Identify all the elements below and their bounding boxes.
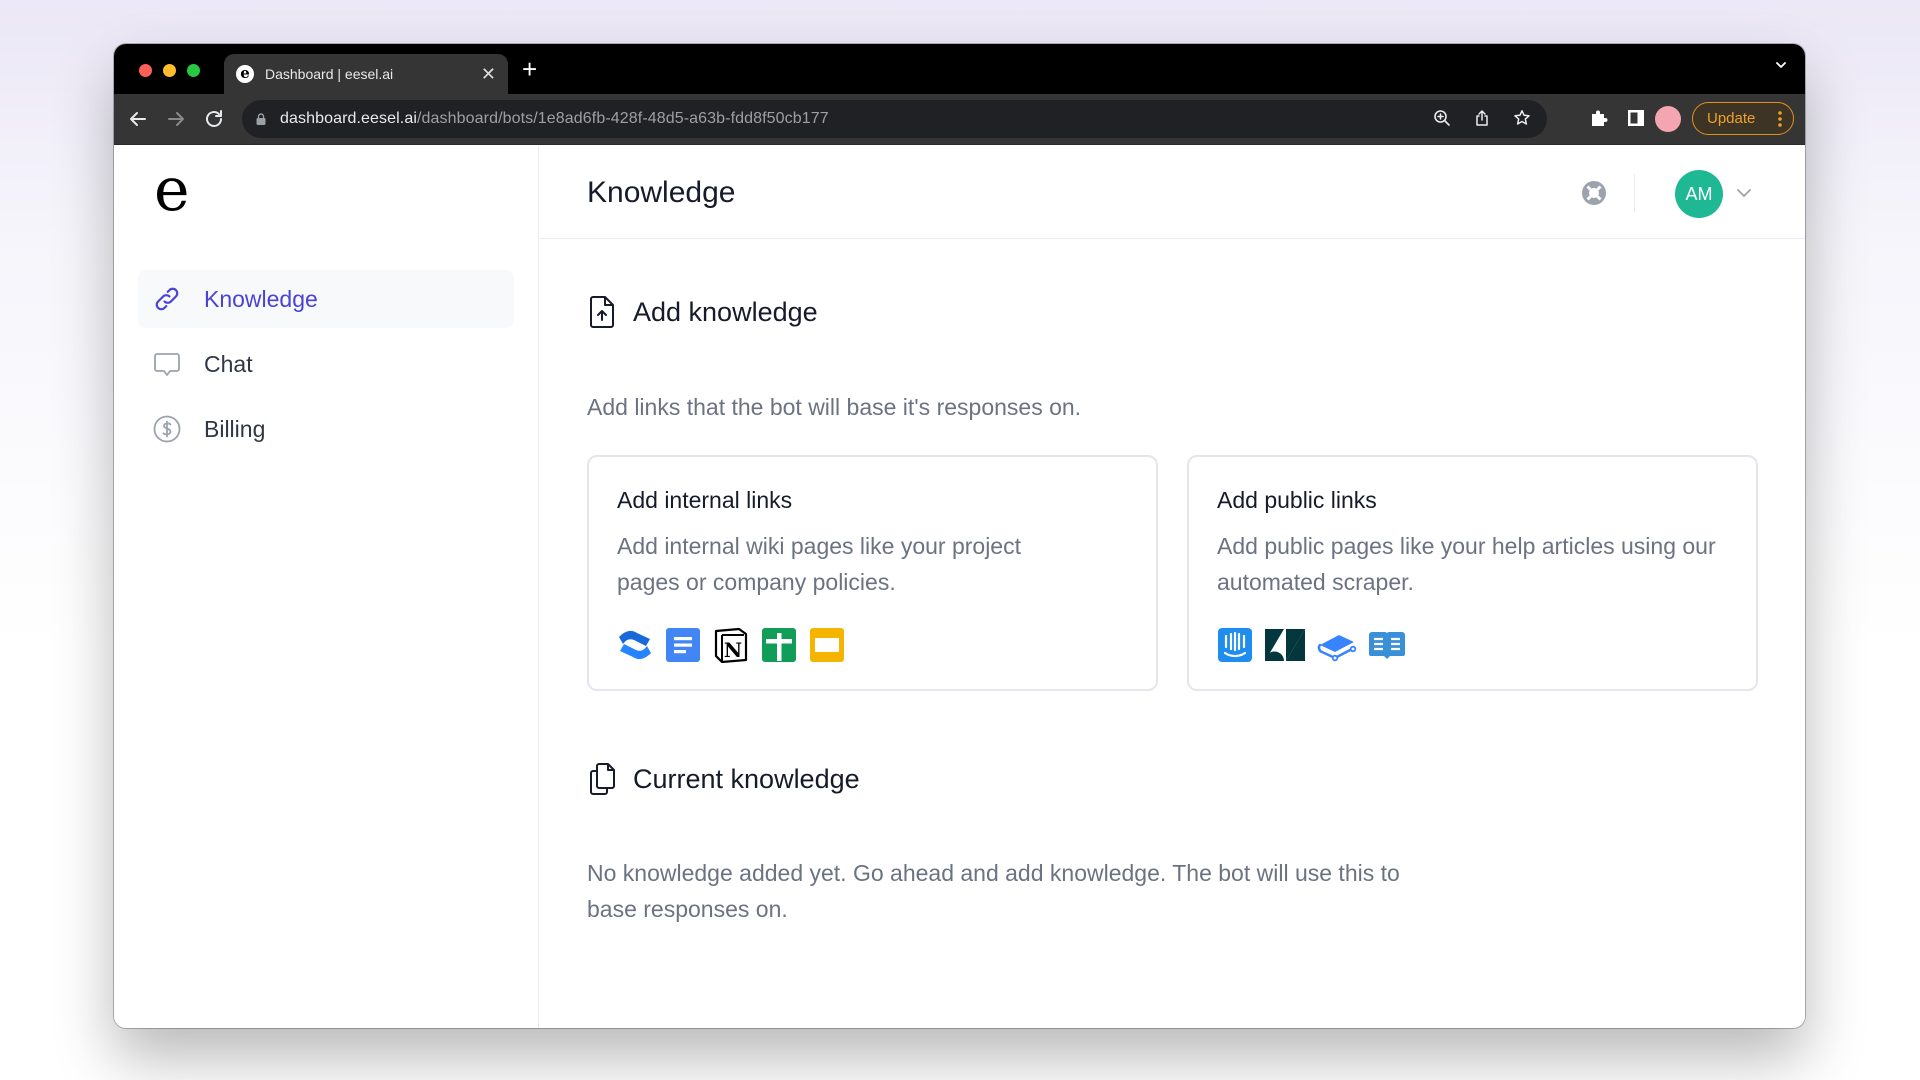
add-knowledge-heading: Add knowledge: [587, 295, 818, 329]
zoom-icon[interactable]: [1433, 109, 1451, 127]
minimize-window-button[interactable]: [163, 64, 176, 77]
chevron-down-icon[interactable]: [1735, 186, 1753, 200]
close-tab-icon[interactable]: ✕: [481, 65, 496, 83]
lifebuoy-icon[interactable]: [1579, 178, 1609, 208]
tab-search-chevron-icon[interactable]: [1775, 59, 1787, 71]
page-header: Knowledge AM: [540, 146, 1805, 239]
add-internal-links-card[interactable]: Add internal links Add internal wiki pag…: [587, 455, 1158, 691]
notion-icon: N: [714, 627, 748, 663]
new-tab-button[interactable]: +: [522, 56, 537, 82]
address-bar[interactable]: dashboard.eesel.ai/dashboard/bots/1e8ad6…: [242, 100, 1547, 138]
close-window-button[interactable]: [139, 64, 152, 77]
tab-title: Dashboard | eesel.ai: [265, 66, 394, 82]
forward-icon[interactable]: [164, 107, 188, 131]
google-slides-icon: [810, 628, 844, 662]
current-knowledge-heading: Current knowledge: [587, 762, 860, 796]
documents-icon: [590, 763, 615, 795]
sidebar-item-knowledge[interactable]: Knowledge: [138, 270, 514, 328]
intercom-icon: [1218, 628, 1252, 662]
browser-window: e Dashboard | eesel.ai ✕ + dashboard.ees…: [114, 44, 1805, 1028]
sidebar-item-billing[interactable]: Billing: [138, 400, 514, 458]
share-icon[interactable]: [1473, 109, 1491, 127]
card-description: Add public pages like your help articles…: [1217, 533, 1716, 595]
eesel-favicon-icon: e: [236, 65, 254, 83]
window-controls: [139, 64, 200, 77]
url-text: dashboard.eesel.ai/dashboard/bots/1e8ad6…: [280, 110, 829, 127]
gitbook-icon: [1317, 635, 1357, 662]
update-button[interactable]: Update: [1692, 102, 1794, 135]
side-panel-icon[interactable]: [1626, 108, 1646, 128]
back-icon[interactable]: [126, 107, 150, 131]
browser-toolbar: dashboard.eesel.ai/dashboard/bots/1e8ad6…: [114, 94, 1805, 145]
confluence-icon: [619, 630, 651, 660]
sidebar-item-chat[interactable]: Chat: [138, 335, 514, 393]
main-content: Knowledge AM Add knowledge Add links tha…: [540, 146, 1805, 1028]
link-icon: [155, 287, 179, 311]
tab-bar: e Dashboard | eesel.ai ✕ +: [114, 44, 1805, 94]
avatar[interactable]: AM: [1675, 170, 1723, 218]
svg-text:N: N: [724, 638, 742, 662]
card-title: Add public links: [1217, 487, 1377, 513]
browser-tab[interactable]: e Dashboard | eesel.ai ✕: [224, 54, 508, 94]
add-knowledge-subtitle: Add links that the bot will base it's re…: [587, 394, 1082, 420]
page-title: Knowledge: [587, 176, 736, 209]
card-title: Add internal links: [617, 487, 793, 513]
sidebar-item-label: Billing: [204, 415, 266, 442]
maximize-window-button[interactable]: [187, 64, 200, 77]
lock-icon[interactable]: [256, 113, 266, 125]
card-description: Add internal wiki pages like your projec…: [617, 533, 1021, 595]
profile-icon[interactable]: [1655, 106, 1681, 132]
bookmark-star-icon[interactable]: [1513, 109, 1531, 127]
eesel-logo[interactable]: e: [154, 160, 190, 220]
google-docs-icon: [666, 628, 700, 662]
sidebar-nav: Knowledge Chat Billing: [138, 270, 514, 465]
sidebar-item-label: Chat: [204, 350, 253, 377]
sidebar: e Knowledge Chat Billing: [114, 146, 539, 1028]
sidebar-item-label: Knowledge: [204, 285, 318, 312]
kebab-menu-icon[interactable]: [1778, 110, 1782, 128]
extensions-icon[interactable]: [1589, 108, 1609, 128]
header-divider: [1634, 174, 1635, 212]
google-sheets-icon: [762, 628, 796, 662]
file-upload-icon: [590, 296, 614, 328]
chat-bubble-icon: [154, 353, 180, 376]
integration-icons: N: [617, 627, 845, 663]
zendesk-icon: [1265, 629, 1305, 661]
current-knowledge-empty-text: No knowledge added yet. Go ahead and add…: [587, 860, 1400, 922]
reload-icon[interactable]: [202, 107, 226, 131]
help-center-book-icon: [1369, 632, 1405, 659]
add-public-links-card[interactable]: Add public links Add public pages like y…: [1187, 455, 1758, 691]
integration-icons: [1217, 627, 1407, 663]
app-content: e Knowledge Chat Billing Knowledge AM Ad…: [114, 146, 1805, 1028]
dollar-circle-icon: [153, 415, 181, 443]
